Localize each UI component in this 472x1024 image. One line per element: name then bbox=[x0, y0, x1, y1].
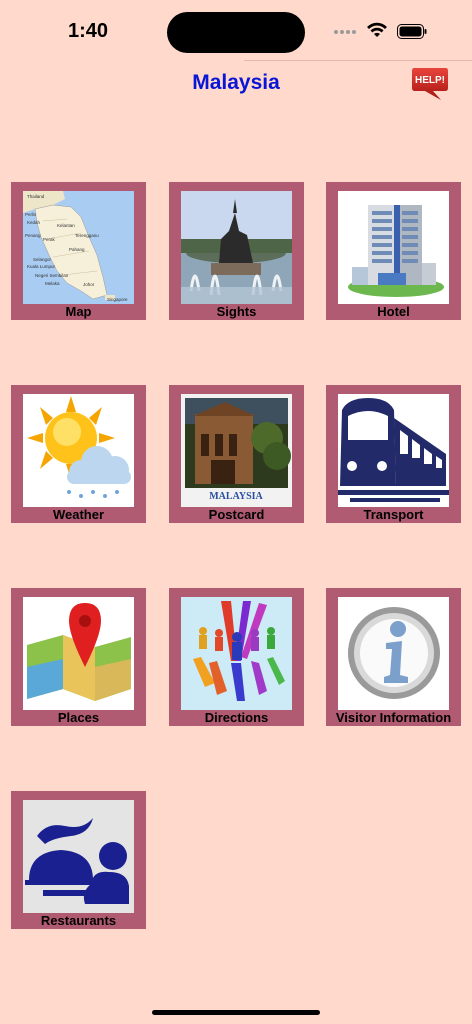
tile-label: Hotel bbox=[377, 304, 410, 319]
tile-label: Transport bbox=[363, 507, 424, 522]
svg-text:HELP!: HELP! bbox=[415, 75, 445, 86]
tile-label: Visitor Information bbox=[335, 710, 452, 725]
hotel-icon bbox=[338, 191, 449, 304]
status-bar: 1:40 bbox=[0, 0, 472, 60]
weather-image bbox=[23, 394, 134, 507]
tile-sights[interactable]: Sights bbox=[169, 182, 304, 320]
sights-icon bbox=[181, 191, 292, 304]
battery-icon bbox=[397, 24, 427, 39]
transport-icon bbox=[338, 394, 449, 507]
svg-text:MALAYSIA: MALAYSIA bbox=[209, 491, 263, 502]
tile-label: Postcard bbox=[208, 507, 265, 522]
directions-icon bbox=[181, 597, 292, 710]
postcard-image: MALAYSIA bbox=[181, 394, 292, 507]
tile-transport[interactable]: Transport bbox=[326, 385, 461, 523]
sights-image bbox=[181, 191, 292, 304]
postcard-icon: MALAYSIA bbox=[181, 394, 292, 507]
places-image bbox=[23, 597, 134, 710]
tile-postcard[interactable]: MALAYSIA Postcard bbox=[169, 385, 304, 523]
tile-directions[interactable]: Directions bbox=[169, 588, 304, 726]
tile-label: Sights bbox=[216, 304, 257, 319]
tile-hotel[interactable]: Hotel bbox=[326, 182, 461, 320]
page-title: Malaysia bbox=[192, 71, 280, 94]
header-divider bbox=[244, 60, 472, 61]
tile-places[interactable]: Places bbox=[11, 588, 146, 726]
dynamic-island bbox=[167, 12, 305, 53]
tile-visitor-information[interactable]: Visitor Information bbox=[326, 588, 461, 726]
weather-icon bbox=[23, 394, 134, 507]
tile-map[interactable]: Thailand Perlis Kedah Penang Perak Kelan… bbox=[11, 182, 146, 320]
tile-restaurants[interactable]: Restaurants bbox=[11, 791, 146, 929]
restaurant-icon bbox=[23, 800, 134, 913]
home-indicator[interactable] bbox=[152, 1010, 320, 1015]
directions-image bbox=[181, 597, 292, 710]
tile-label: Weather bbox=[52, 507, 105, 522]
tile-label: Restaurants bbox=[40, 913, 117, 928]
transport-image bbox=[338, 394, 449, 507]
hotel-image bbox=[338, 191, 449, 304]
info-icon bbox=[338, 597, 449, 710]
map-image: Thailand Perlis Kedah Penang Perak Kelan… bbox=[23, 191, 134, 304]
cellular-signal-icon bbox=[334, 30, 356, 34]
wifi-icon bbox=[367, 22, 387, 37]
tile-label: Places bbox=[57, 710, 100, 725]
help-button[interactable]: HELP! bbox=[411, 66, 449, 102]
map-icon: Thailand Perlis Kedah Penang Perak Kelan… bbox=[23, 191, 134, 304]
tile-label: Directions bbox=[204, 710, 269, 725]
info-image bbox=[338, 597, 449, 710]
restaurant-image bbox=[23, 800, 134, 913]
tile-weather[interactable]: Weather bbox=[11, 385, 146, 523]
places-icon bbox=[23, 597, 134, 710]
tile-label: Map bbox=[65, 304, 92, 319]
status-time: 1:40 bbox=[68, 20, 109, 42]
